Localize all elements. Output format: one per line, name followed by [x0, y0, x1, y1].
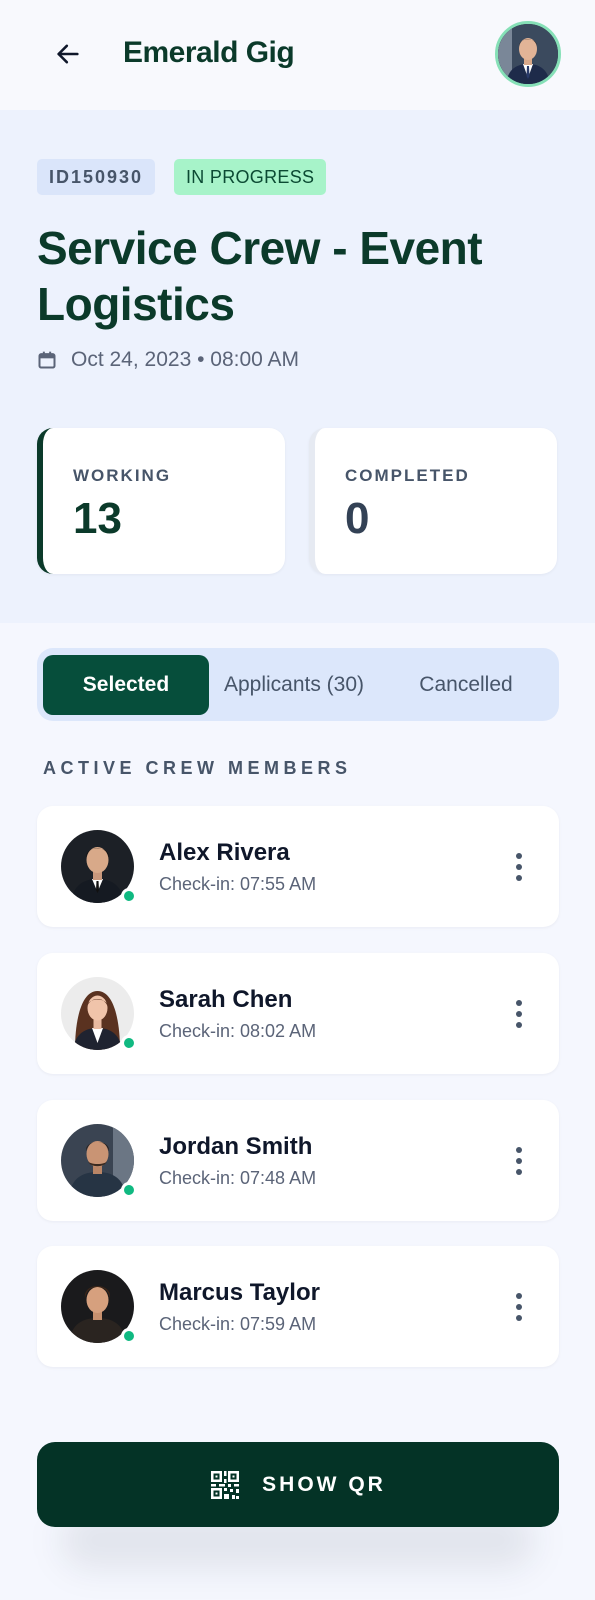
working-stat-card: WORKING 13: [37, 428, 285, 574]
completed-count: 0: [345, 494, 370, 543]
online-indicator: [121, 888, 137, 904]
job-summary: ID150930 IN PROGRESS Service Crew - Even…: [0, 110, 595, 623]
member-checkin: Check-in: 07:48 AM: [159, 1168, 317, 1188]
completed-stat-card: COMPLETED 0: [309, 428, 557, 574]
member-checkin: Check-in: 07:55 AM: [159, 874, 317, 894]
member-name: Jordan Smith: [159, 1133, 313, 1160]
more-vertical-icon: [516, 1147, 522, 1153]
job-id-badge: ID150930: [37, 159, 156, 195]
more-options-button[interactable]: [509, 850, 529, 884]
more-options-button[interactable]: [509, 1290, 529, 1324]
member-name: Sarah Chen: [159, 986, 293, 1013]
job-datetime-text: Oct 24, 2023 • 08:00 AM: [71, 348, 299, 371]
member-checkin: Check-in: 08:02 AM: [159, 1021, 317, 1041]
avatar: [61, 830, 137, 904]
more-vertical-icon: [516, 1000, 522, 1006]
completed-label: COMPLETED: [345, 466, 470, 485]
member-name: Alex Rivera: [159, 839, 290, 866]
member-checkin: Check-in: 07:59 AM: [159, 1314, 317, 1334]
tab-selected[interactable]: Selected: [43, 654, 209, 715]
online-indicator: [121, 1035, 137, 1051]
online-indicator: [121, 1182, 137, 1198]
app-header: Emerald Gig: [0, 0, 595, 110]
list-item[interactable]: Sarah Chen Check-in: 08:02 AM: [37, 953, 559, 1074]
arrow-left-icon: [57, 44, 79, 64]
list-item[interactable]: Marcus Taylor Check-in: 07:59 AM: [37, 1246, 559, 1367]
tab-applicants[interactable]: Applicants (30): [209, 655, 379, 715]
app-title: Emerald Gig: [123, 36, 295, 69]
job-datetime: Oct 24, 2023 • 08:00 AM: [37, 348, 299, 372]
more-options-button[interactable]: [509, 1144, 529, 1178]
working-label: WORKING: [73, 466, 172, 485]
avatar: [61, 977, 137, 1051]
list-item[interactable]: Alex Rivera Check-in: 07:55 AM: [37, 806, 559, 927]
avatar: [61, 1270, 137, 1344]
working-count: 13: [73, 494, 122, 543]
list-item[interactable]: Jordan Smith Check-in: 07:48 AM: [37, 1100, 559, 1221]
calendar-icon: [38, 351, 56, 369]
status-badge: IN PROGRESS: [174, 159, 327, 195]
profile-avatar[interactable]: [495, 21, 561, 87]
user-avatar-icon: [498, 24, 558, 84]
back-button[interactable]: [50, 36, 86, 72]
section-heading: ACTIVE CREW MEMBERS: [43, 758, 352, 778]
show-qr-button[interactable]: SHOW QR: [37, 1442, 559, 1527]
more-options-button[interactable]: [509, 997, 529, 1031]
qr-code-icon: [211, 1470, 240, 1499]
online-indicator: [121, 1328, 137, 1344]
member-name: Marcus Taylor: [159, 1279, 320, 1306]
show-qr-label: SHOW QR: [262, 1472, 386, 1496]
tab-cancelled[interactable]: Cancelled: [379, 655, 553, 715]
more-vertical-icon: [516, 1293, 522, 1299]
crew-tabs: Selected Applicants (30) Cancelled: [37, 648, 559, 721]
avatar: [61, 1124, 137, 1198]
more-vertical-icon: [516, 853, 522, 859]
job-title: Service Crew - Event Logistics: [37, 222, 483, 330]
